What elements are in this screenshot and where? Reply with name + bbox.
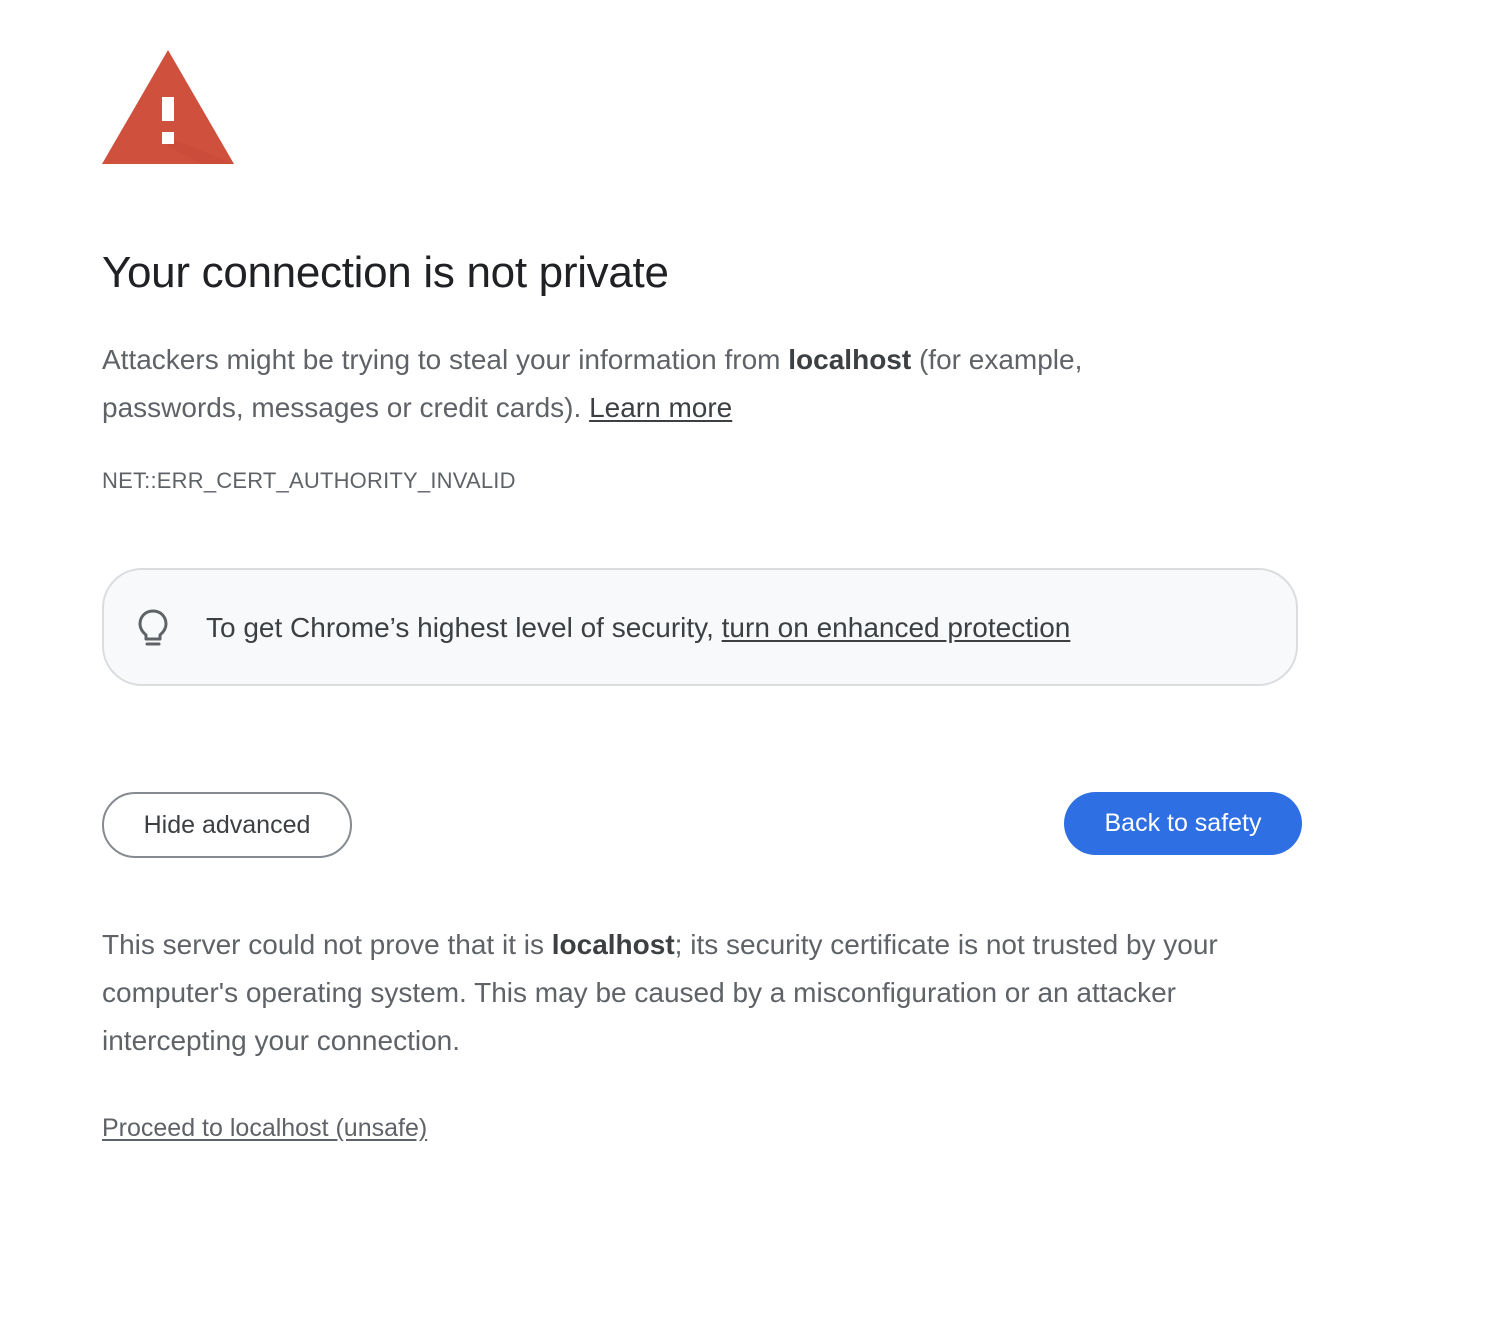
back-to-safety-button[interactable]: Back to safety — [1064, 792, 1302, 855]
lightbulb-icon — [138, 609, 168, 646]
enhanced-protection-banner: To get Chrome’s highest level of securit… — [102, 568, 1298, 686]
page-title: Your connection is not private — [102, 248, 669, 297]
details-host: localhost — [551, 929, 675, 960]
intro-text-start: Attackers might be trying to steal your … — [102, 344, 789, 375]
proceed-unsafe-link[interactable]: Proceed to localhost (unsafe) — [102, 1114, 427, 1143]
details-text-start: This server could not prove that it is — [102, 929, 552, 960]
enhanced-protection-link[interactable]: turn on enhanced protection — [722, 612, 1071, 643]
intro-paragraph: Attackers might be trying to steal your … — [102, 336, 1222, 432]
intro-host: localhost — [788, 344, 912, 375]
warning-triangle-icon — [102, 50, 234, 164]
enhanced-protection-text: To get Chrome’s highest level of securit… — [206, 612, 1070, 644]
details-paragraph: This server could not prove that it is l… — [102, 921, 1302, 1065]
error-code: NET::ERR_CERT_AUTHORITY_INVALID — [102, 468, 516, 493]
hide-advanced-button[interactable]: Hide advanced — [102, 792, 352, 858]
learn-more-link[interactable]: Learn more — [589, 392, 732, 423]
enhanced-protection-message: To get Chrome’s highest level of securit… — [206, 612, 722, 643]
